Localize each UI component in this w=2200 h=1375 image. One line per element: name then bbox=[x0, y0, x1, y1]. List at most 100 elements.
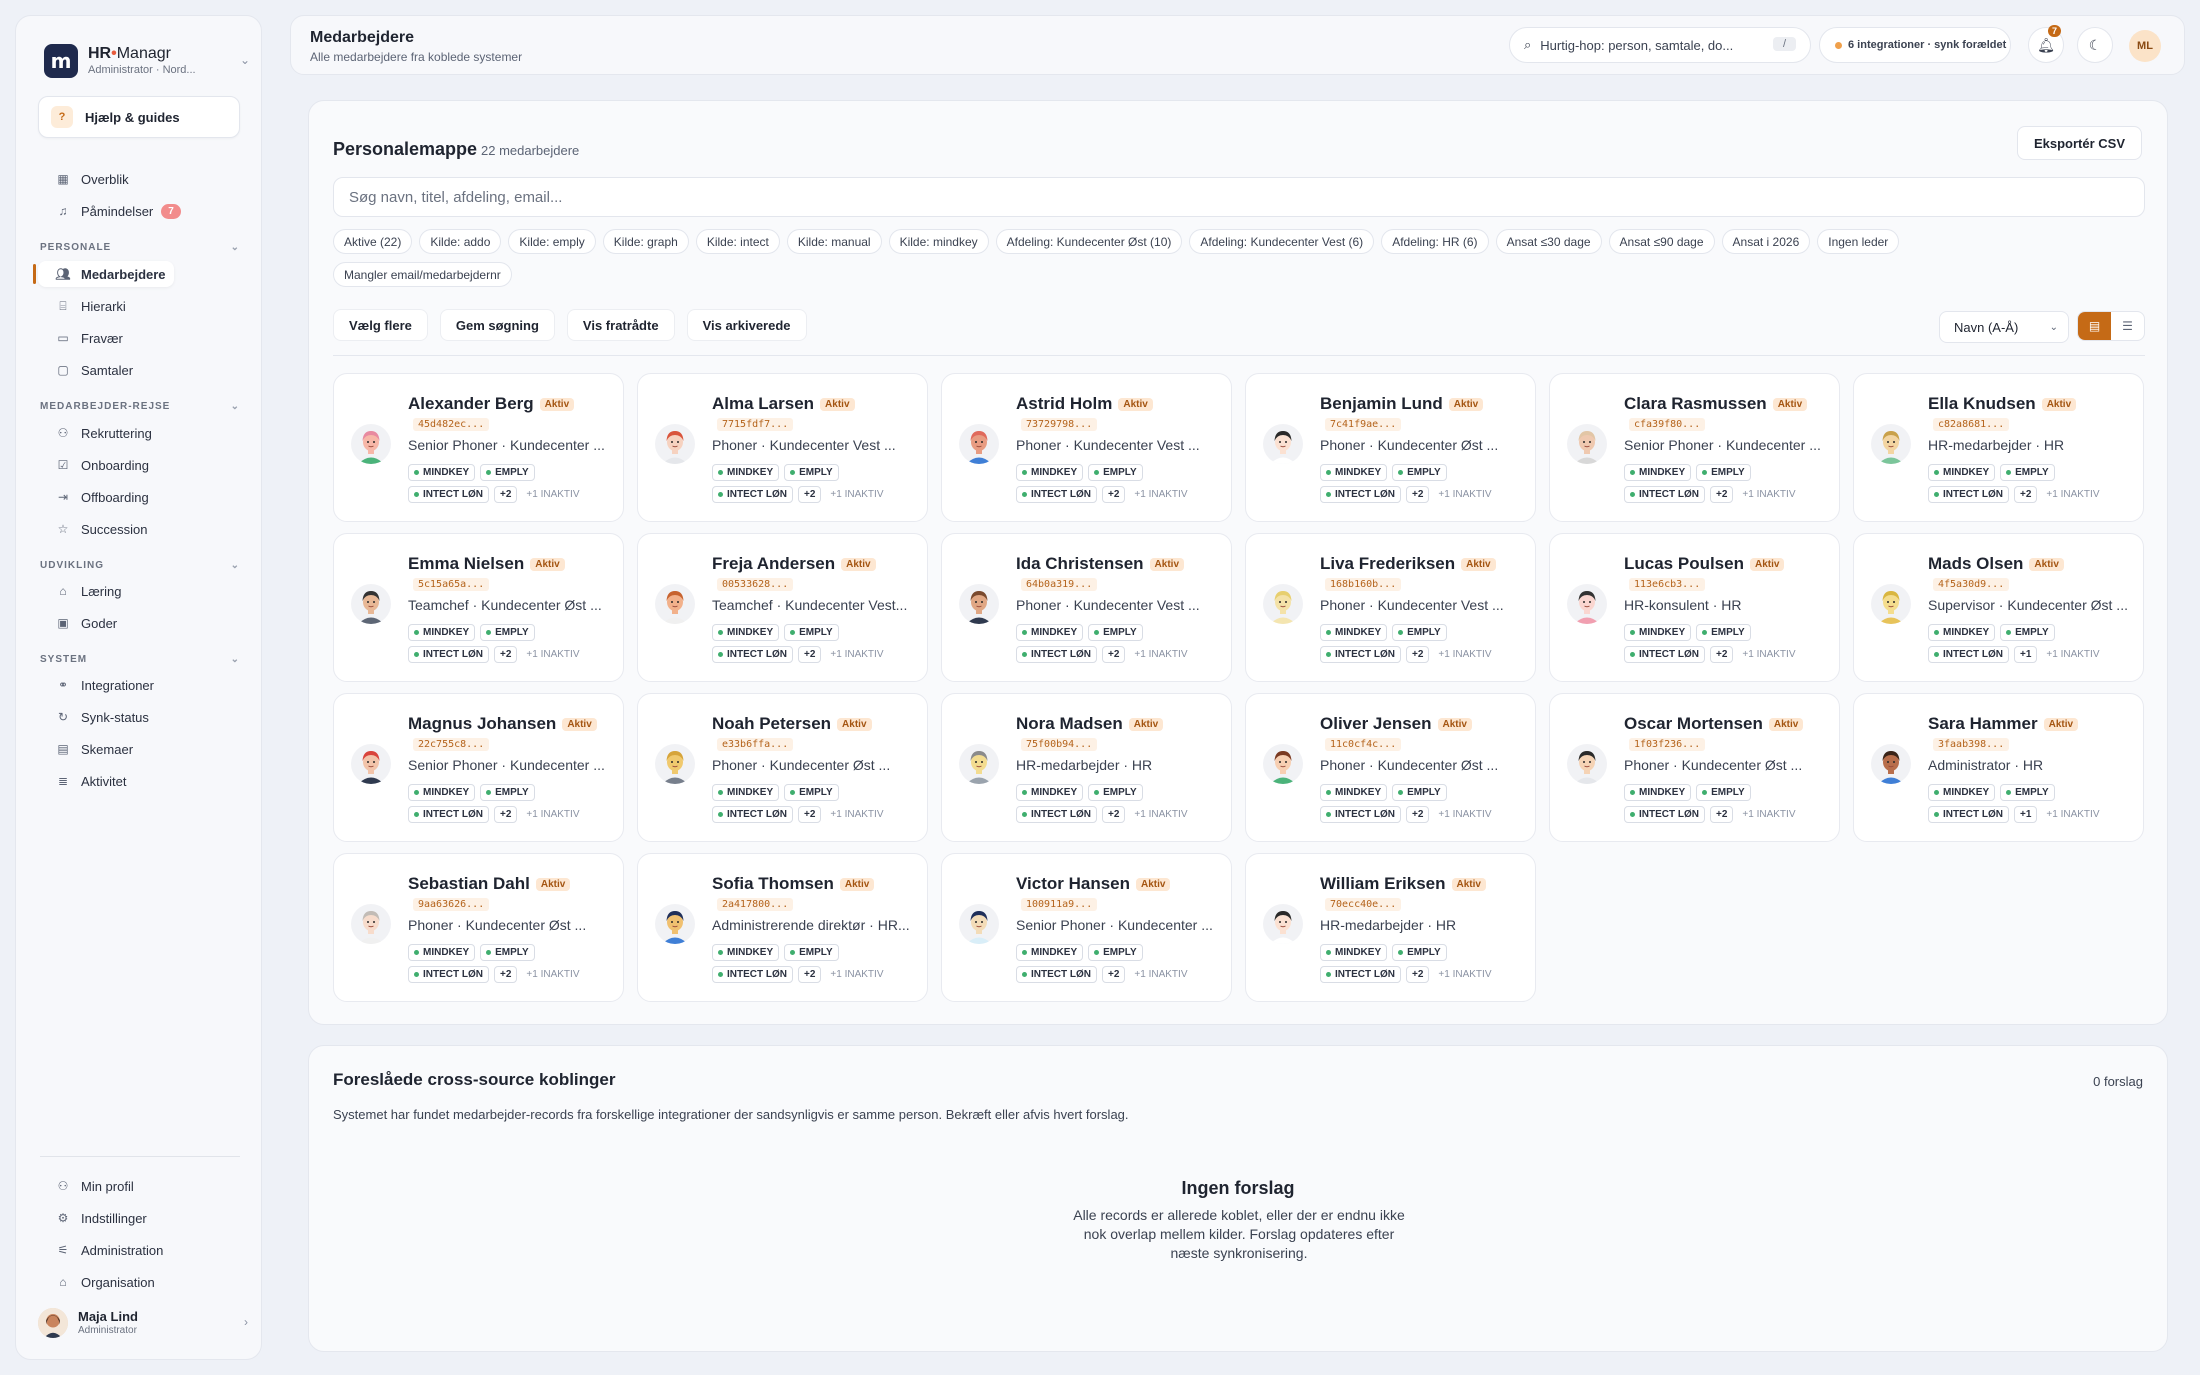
help-guides-button[interactable]: ? Hjælp & guides bbox=[38, 96, 240, 138]
employee-card[interactable]: Lucas Poulsen Aktiv 113e6cb3... HR-konsulen… bbox=[1549, 533, 1840, 682]
chat-icon: ▢ bbox=[57, 363, 69, 377]
employee-card[interactable]: Benjamin Lund Aktiv 7c41f9ae... Phoner · Ku… bbox=[1245, 373, 1536, 522]
filter-chip[interactable]: Ingen leder bbox=[1817, 229, 1900, 254]
export-csv-button[interactable]: Eksportér CSV bbox=[2016, 126, 2142, 160]
workspace-switcher[interactable]: m HR•Managr Administrator · Nord... ⌄ bbox=[44, 41, 250, 81]
sidebar-item-organisation[interactable]: ⌂ Organisation bbox=[38, 1269, 154, 1295]
employee-card[interactable]: Sara Hammer Aktiv 3faab398... Administrator… bbox=[1853, 693, 2144, 842]
show-archived-button[interactable]: Vis arkiverede bbox=[686, 309, 807, 341]
employee-card[interactable]: Oliver Jensen Aktiv 11c0cf4c... Phoner · Ku… bbox=[1245, 693, 1536, 842]
sidebar-item-administration[interactable]: ⚟ Administration bbox=[38, 1237, 164, 1263]
employee-card[interactable]: Freja Andersen Aktiv 00533628... Teamchef ·… bbox=[637, 533, 928, 682]
more-sources-badge: +1 bbox=[2014, 806, 2038, 823]
employee-card[interactable]: William Eriksen Aktiv 70ecc40e... HR-medarb… bbox=[1245, 853, 1536, 1002]
employee-avatar bbox=[655, 904, 695, 944]
filter-chip[interactable]: Kilde: manual bbox=[786, 229, 882, 254]
sidebar-item-learning[interactable]: ⌂ Læring bbox=[38, 578, 121, 604]
employee-card[interactable]: Sofia Thomsen Aktiv 2a417800... Administrer… bbox=[637, 853, 928, 1002]
employee-role: Senior Phoner · Kundecenter ... bbox=[1624, 437, 1821, 453]
section-development[interactable]: UDVIKLING ⌄ bbox=[40, 560, 240, 571]
filter-chip[interactable]: Kilde: intect bbox=[695, 229, 780, 254]
user-menu[interactable]: Maja Lind Administrator › bbox=[38, 1301, 248, 1345]
sidebar-item-profile[interactable]: ⚇ Min profil bbox=[38, 1173, 134, 1199]
source-tag-emply: EMPLY bbox=[1392, 464, 1447, 481]
employee-card[interactable]: Alexander Berg Aktiv 45d482ec... Senior Pho… bbox=[333, 373, 624, 522]
filter-chip[interactable]: Kilde: addo bbox=[419, 229, 502, 254]
employee-card[interactable]: Oscar Mortensen Aktiv 1f03f236... Phoner · … bbox=[1549, 693, 1840, 842]
sidebar-item-overview[interactable]: ▦ Overblik bbox=[38, 166, 128, 192]
document-icon: ▤ bbox=[57, 742, 69, 756]
select-multiple-button[interactable]: Vælg flere bbox=[333, 309, 428, 341]
source-tag-emply: EMPLY bbox=[1088, 944, 1143, 961]
filter-chip[interactable]: Ansat i 2026 bbox=[1721, 229, 1811, 254]
quick-jump-search[interactable]: ⌕ Hurtig-hop: person, samtale, do... / bbox=[1509, 27, 1811, 63]
employee-card[interactable]: Victor Hansen Aktiv 100911a9... Senior Phon… bbox=[941, 853, 1232, 1002]
sidebar-item-offboarding[interactable]: ⇥ Offboarding bbox=[38, 484, 149, 510]
list-view-button[interactable]: ☰ bbox=[2111, 312, 2144, 340]
employee-name: Victor Hansen Aktiv bbox=[1016, 874, 1171, 894]
employee-card[interactable]: Astrid Holm Aktiv 73729798... Phoner · Kund… bbox=[941, 373, 1232, 522]
warning-dot-icon bbox=[1835, 41, 1842, 49]
employee-card[interactable]: Sebastian Dahl Aktiv 9aa63626... Phoner · K… bbox=[333, 853, 624, 1002]
user-plus-icon: ⚇ bbox=[57, 426, 69, 440]
section-system[interactable]: SYSTEM ⌄ bbox=[40, 654, 240, 665]
sidebar-item-integrations[interactable]: ⚭ Integrationer bbox=[38, 672, 154, 698]
sidebar-item-benefits[interactable]: ▣ Goder bbox=[38, 610, 117, 636]
sort-select[interactable]: Navn (A-Å) ⌄ bbox=[1939, 311, 2069, 343]
employee-card[interactable]: Ella Knudsen Aktiv c82a8681... HR-medarbejd… bbox=[1853, 373, 2144, 522]
filter-chip[interactable]: Aktive (22) bbox=[333, 229, 413, 254]
sidebar-item-absence[interactable]: ▭ Fravær bbox=[38, 325, 123, 351]
employee-card[interactable]: Clara Rasmussen Aktiv cfa39f80... Senior Ph… bbox=[1549, 373, 1840, 522]
sidebar-item-hierarchy[interactable]: ⌸ Hierarki bbox=[38, 293, 125, 319]
employee-search-input[interactable]: Søg navn, titel, afdeling, email... bbox=[333, 177, 2145, 217]
employee-avatar bbox=[1567, 744, 1607, 784]
filter-chip[interactable]: Kilde: graph bbox=[602, 229, 689, 254]
employee-card[interactable]: Emma Nielsen Aktiv 5c15a65a... Teamchef · K… bbox=[333, 533, 624, 682]
save-search-button[interactable]: Gem søgning bbox=[439, 309, 555, 341]
inactive-count: +1 INAKTIV bbox=[1742, 649, 1796, 660]
card-view-button[interactable]: ▤ bbox=[2078, 312, 2111, 340]
sidebar-item-employees[interactable]: 👥︎ Medarbejdere bbox=[33, 261, 174, 287]
status-badge: Aktiv bbox=[1128, 718, 1164, 731]
section-employee-journey[interactable]: MEDARBEJDER-REJSE ⌄ bbox=[40, 401, 240, 412]
employee-card[interactable]: Liva Frederiksen Aktiv 168b160b... Phoner ·… bbox=[1245, 533, 1536, 682]
more-sources-badge: +2 bbox=[494, 806, 518, 823]
inactive-count: +1 INAKTIV bbox=[2046, 649, 2100, 660]
source-tag-emply: EMPLY bbox=[2000, 464, 2055, 481]
filter-chip[interactable]: Afdeling: Kundecenter Øst (10) bbox=[995, 229, 1183, 254]
inactive-count: +1 INAKTIV bbox=[526, 649, 580, 660]
employee-card[interactable]: Alma Larsen Aktiv 7715fdf7... Phoner · Kund… bbox=[637, 373, 928, 522]
filter-chip[interactable]: Afdeling: Kundecenter Vest (6) bbox=[1189, 229, 1375, 254]
theme-toggle-button[interactable]: ☾ bbox=[2077, 27, 2113, 63]
filter-chip[interactable]: Mangler email/medarbejdernr bbox=[333, 262, 512, 287]
list-icon: ☰ bbox=[2122, 319, 2133, 333]
employee-name: Alma Larsen Aktiv bbox=[712, 394, 855, 414]
brand-name: HR•Managr bbox=[88, 45, 171, 63]
sidebar-item-onboarding[interactable]: ☑ Onboarding bbox=[38, 452, 149, 478]
employee-card[interactable]: Magnus Johansen Aktiv 22c755c8... Senior Ph… bbox=[333, 693, 624, 842]
employee-card[interactable]: Mads Olsen Aktiv 4f5a30d9... Supervisor · K… bbox=[1853, 533, 2144, 682]
sidebar-item-conversations[interactable]: ▢ Samtaler bbox=[38, 357, 133, 383]
sidebar-item-recruiting[interactable]: ⚇ Rekruttering bbox=[38, 420, 152, 446]
sidebar-item-schemas[interactable]: ▤ Skemaer bbox=[38, 736, 133, 762]
sidebar-item-reminders[interactable]: ♫ Påmindelser 7 bbox=[38, 198, 181, 224]
filter-chip[interactable]: Ansat ≤30 dage bbox=[1495, 229, 1602, 254]
sidebar-item-sync-status[interactable]: ↻ Synk-status bbox=[38, 704, 149, 730]
filter-chip[interactable]: Kilde: mindkey bbox=[888, 229, 989, 254]
user-avatar-button[interactable]: ML bbox=[2129, 30, 2161, 62]
status-badge: Aktiv bbox=[1149, 558, 1184, 571]
sync-status-pill[interactable]: 6 integrationer · synk forældet bbox=[1819, 27, 2011, 63]
section-personale[interactable]: PERSONALE ⌄ bbox=[40, 242, 240, 253]
filter-chip[interactable]: Kilde: emply bbox=[508, 229, 596, 254]
employee-card[interactable]: Nora Madsen Aktiv 75f00b94... HR-medarbejde… bbox=[941, 693, 1232, 842]
sidebar-item-settings[interactable]: ⚙ Indstillinger bbox=[38, 1205, 147, 1231]
employee-card[interactable]: Noah Petersen Aktiv e33b6ffa... Phoner · Ku… bbox=[637, 693, 928, 842]
sidebar-item-activity[interactable]: ≣ Aktivitet bbox=[38, 768, 127, 794]
source-tag-intect: INTECT LØN bbox=[1624, 486, 1705, 503]
show-terminated-button[interactable]: Vis fratrådte bbox=[566, 309, 675, 341]
filter-chip[interactable]: Ansat ≤90 dage bbox=[1608, 229, 1715, 254]
notifications-button[interactable]: 🔔︎ 7 bbox=[2028, 25, 2064, 63]
filter-chip[interactable]: Afdeling: HR (6) bbox=[1381, 229, 1489, 254]
sidebar-item-succession[interactable]: ☆ Succession bbox=[38, 516, 148, 542]
employee-card[interactable]: Ida Christensen Aktiv 64b0a319... Phoner · … bbox=[941, 533, 1232, 682]
